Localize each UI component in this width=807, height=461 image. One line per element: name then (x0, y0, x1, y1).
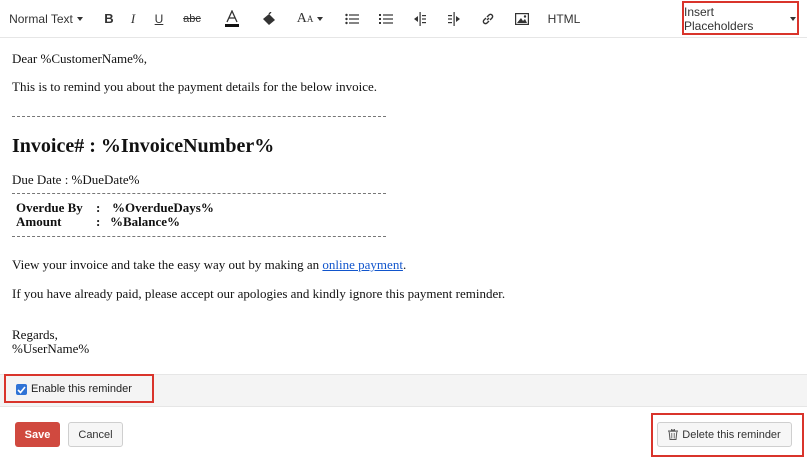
highlight-annotation (4, 374, 154, 403)
view-invoice-text-after: . (402, 257, 407, 272)
highlight-button[interactable] (258, 0, 280, 37)
indent-button[interactable] (444, 0, 464, 37)
paint-bucket-icon (263, 11, 275, 25)
strikethrough-icon: abc (183, 12, 201, 25)
bold-icon: B (104, 11, 114, 26)
view-invoice-text: View your invoice and take the easy way … (12, 257, 406, 273)
numbered-list-icon (379, 13, 393, 24)
underline-button[interactable]: U (150, 0, 168, 37)
amount-value: %Balance% (110, 214, 181, 229)
amount-label: Amount (16, 214, 62, 229)
italic-icon: I (130, 10, 136, 26)
underline-icon: U (154, 11, 164, 26)
due-date-text: Due Date : %DueDate% (12, 172, 140, 187)
numbered-list-button[interactable] (376, 0, 396, 37)
chevron-down-icon (317, 16, 324, 21)
format-dropdown-label: Normal Text (9, 11, 73, 26)
outdent-button[interactable] (410, 0, 430, 37)
chevron-down-icon (76, 16, 83, 21)
intro-text: This is to remind you about the payment … (12, 79, 378, 94)
font-color-button[interactable] (222, 0, 242, 37)
html-label: HTML (547, 11, 581, 26)
divider (12, 193, 386, 194)
image-icon (515, 12, 529, 25)
divider (12, 116, 386, 117)
greeting-text: Dear %CustomerName%, (12, 51, 148, 66)
save-button[interactable]: Save (15, 422, 60, 447)
cancel-button[interactable]: Cancel (68, 422, 123, 447)
invoice-title: Invoice# : %InvoiceNumber% (12, 135, 275, 157)
format-dropdown[interactable]: Normal Text (8, 0, 84, 37)
username-text: %UserName% (12, 341, 90, 356)
bullet-list-button[interactable] (342, 0, 362, 37)
insert-link-button[interactable] (478, 0, 498, 37)
email-body-editor[interactable]: Dear %CustomerName%, This is to remind y… (0, 38, 807, 358)
already-paid-text: If you have already paid, please accept … (12, 286, 506, 301)
indent-icon (448, 11, 460, 26)
highlight-annotation (682, 1, 799, 35)
font-color-icon (225, 9, 239, 27)
insert-image-button[interactable] (512, 0, 532, 37)
bold-button[interactable]: B (100, 0, 118, 37)
bullet-list-icon (345, 13, 359, 24)
link-icon (482, 13, 494, 24)
highlight-annotation (651, 413, 804, 457)
html-button[interactable]: HTML (544, 0, 584, 37)
outdent-icon (414, 11, 426, 26)
amount-separator: : (96, 214, 101, 229)
italic-button[interactable]: I (124, 0, 142, 37)
font-size-icon: AA (296, 10, 314, 26)
divider (12, 236, 386, 237)
view-invoice-text-before: View your invoice and take the easy way … (12, 257, 323, 272)
editor-toolbar: Normal Text B I U abc AA HTML Insert Pla… (0, 0, 807, 38)
strikethrough-button[interactable]: abc (180, 0, 204, 37)
online-payment-link[interactable]: online payment (322, 257, 403, 272)
font-size-dropdown[interactable]: AA (296, 0, 324, 37)
